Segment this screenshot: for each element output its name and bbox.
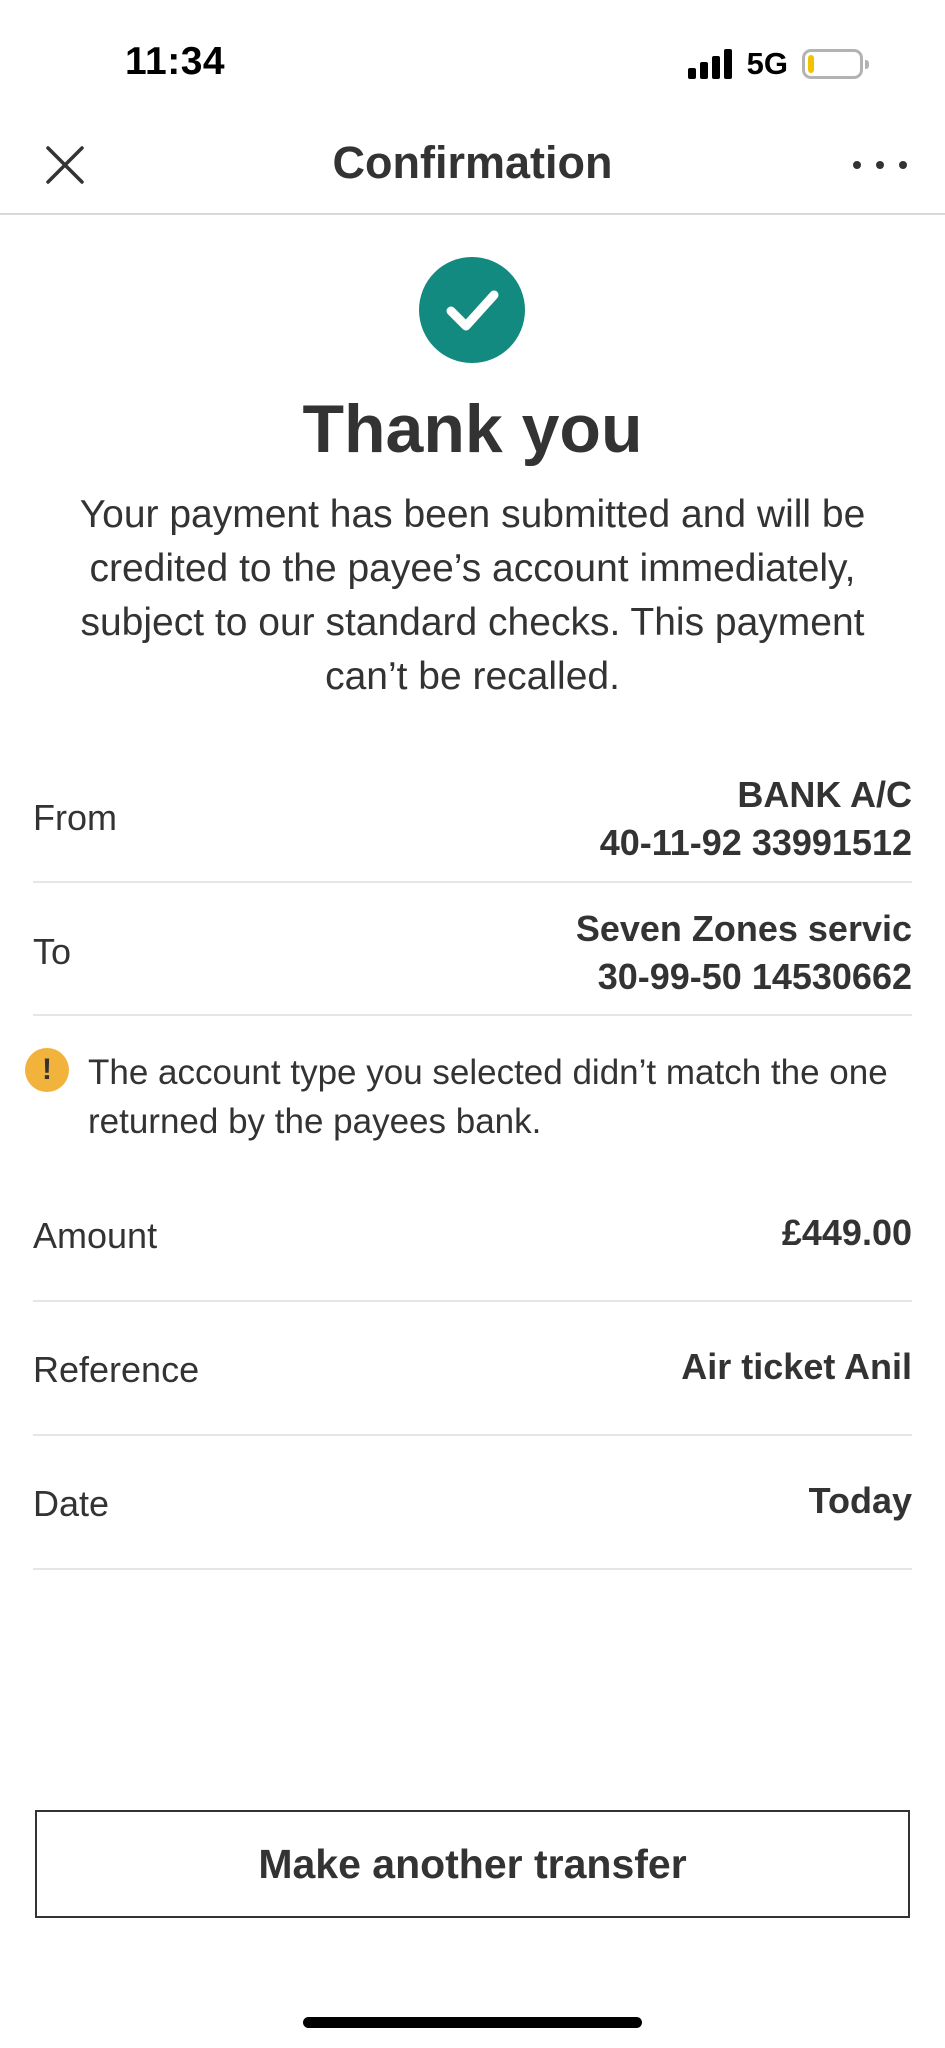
page-title: Confirmation: [332, 137, 613, 188]
signal-strength-icon: [687, 49, 732, 79]
reference-row: Reference Air ticket Anil: [33, 1302, 912, 1436]
amount-row: Amount £449.00: [33, 1168, 912, 1302]
from-account-name: BANK A/C: [737, 774, 912, 815]
warning-icon: !: [25, 1048, 69, 1092]
date-label: Date: [33, 1483, 110, 1524]
reference-value: Air ticket Anil: [681, 1346, 912, 1387]
status-indicators: 5G: [687, 46, 869, 82]
to-label: To: [33, 931, 72, 972]
to-value: Seven Zones servic 30-99-50 14530662: [576, 905, 912, 1001]
warning-text: The account type you selected didn’t mat…: [88, 1053, 888, 1141]
more-options-icon[interactable]: [853, 143, 907, 187]
amount-label: Amount: [33, 1215, 158, 1256]
confirmation-message: Your payment has been submitted and will…: [79, 493, 866, 698]
from-account-number: 40-11-92 33991512: [599, 822, 912, 863]
to-payee-name: Seven Zones servic: [575, 908, 912, 949]
home-indicator[interactable]: [303, 2017, 642, 2028]
status-bar: 11:34 5G: [0, 0, 945, 115]
battery-icon: [802, 49, 869, 79]
battery-level: [808, 55, 814, 73]
to-row: To Seven Zones servic 30-99-50 14530662: [33, 883, 912, 1016]
thank-you-heading: Thank you: [302, 391, 643, 467]
amount-value: £449.00: [781, 1212, 912, 1253]
date-row: Date Today: [33, 1436, 912, 1570]
make-another-transfer-button[interactable]: Make another transfer: [35, 1810, 910, 1918]
from-value: BANK A/C 40-11-92 33991512: [600, 771, 912, 867]
date-value: Today: [808, 1480, 912, 1521]
from-row: From BANK A/C 40-11-92 33991512: [33, 765, 912, 883]
from-label: From: [33, 797, 117, 838]
reference-label: Reference: [33, 1349, 200, 1390]
nav-header: Confirmation: [0, 115, 945, 215]
status-time: 11:34: [125, 40, 226, 83]
network-type: 5G: [746, 46, 788, 81]
checkmark-icon: [419, 257, 525, 363]
to-account-number: 30-99-50 14530662: [597, 956, 912, 997]
